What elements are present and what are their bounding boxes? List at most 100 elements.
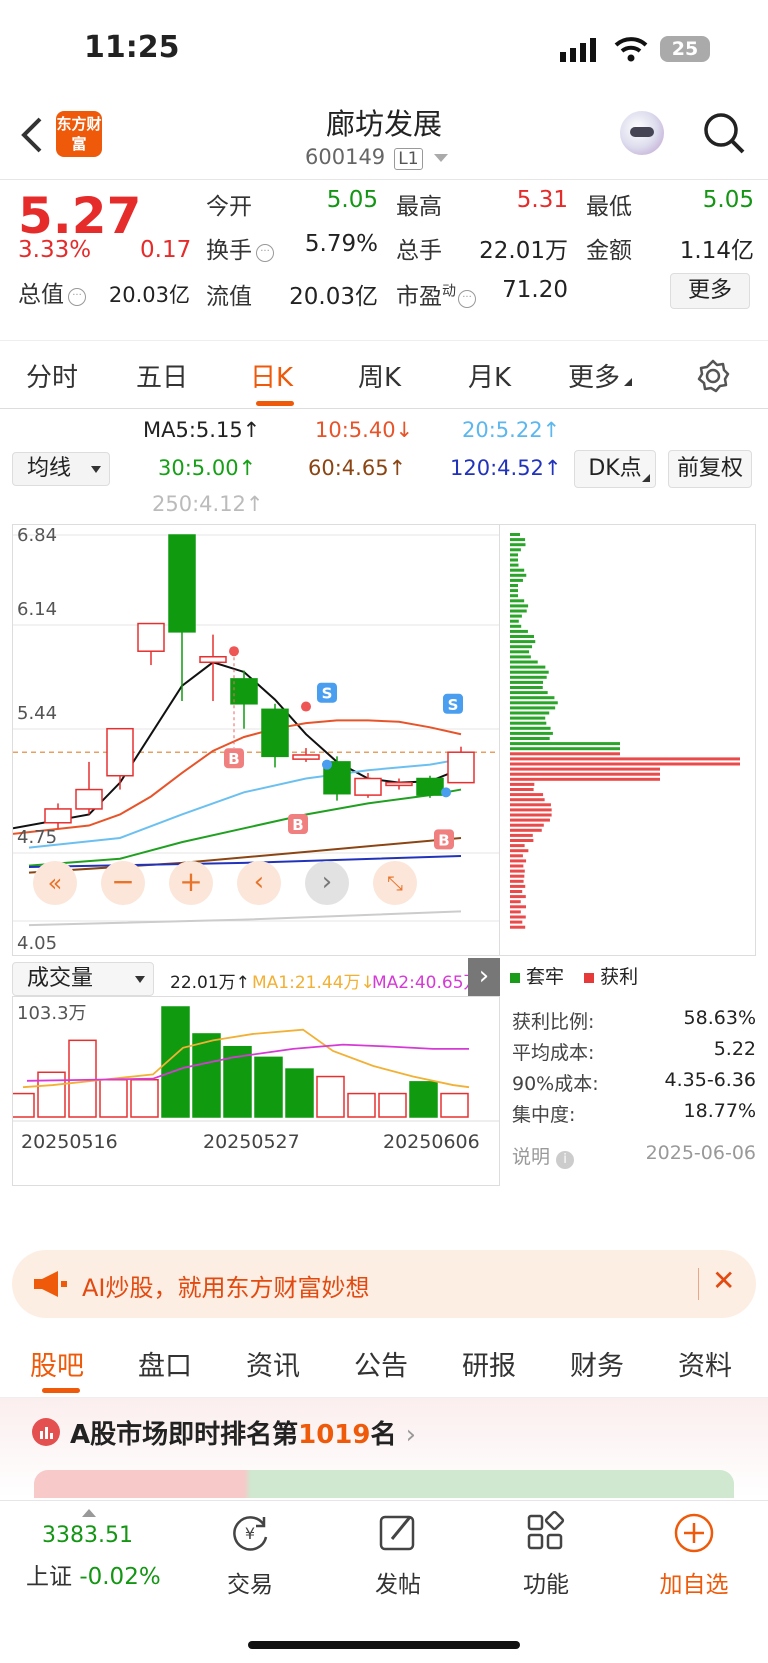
chip-bar	[510, 905, 526, 909]
chip-bar	[510, 599, 525, 603]
tab-intraday[interactable]: 分时	[26, 357, 78, 394]
caret-up-icon	[82, 1509, 96, 1517]
volume-selector[interactable]: 成交量	[12, 962, 154, 996]
chip-bar	[510, 752, 620, 756]
zoom-in-button[interactable]: +	[169, 861, 213, 905]
chip-bar	[510, 782, 535, 786]
chip-bar	[510, 900, 521, 904]
expand-arrow-icon[interactable]: ›	[468, 958, 500, 996]
info-icon[interactable]: ···	[458, 290, 476, 308]
chip-bar	[510, 680, 544, 684]
ma-selector[interactable]: 均线	[12, 452, 110, 486]
volume-bar	[440, 1092, 469, 1118]
volume-value: 22.01万↑	[170, 973, 250, 993]
index-widget[interactable]: 3383.51 上证 -0.02%	[20, 1501, 180, 1611]
price-tick: 4.05	[17, 933, 58, 954]
chip-bar	[510, 589, 518, 593]
rank-suffix: 名	[370, 1420, 397, 1450]
tab-five-day[interactable]: 五日	[136, 357, 188, 394]
volume-bar	[37, 1071, 66, 1118]
svg-text:¥: ¥	[245, 1524, 255, 1543]
volume-chart[interactable]: 103.3万 20250516 20250527 20250606	[12, 996, 500, 1186]
tab-monthly-k[interactable]: 月K	[468, 357, 511, 394]
chip-bar	[510, 675, 547, 679]
close-icon[interactable]: ✕	[712, 1264, 735, 1297]
ma20-value: 20:5.22↑	[462, 418, 561, 442]
tab-news[interactable]: 资讯	[246, 1344, 300, 1383]
search-icon[interactable]	[702, 111, 746, 155]
tab-research[interactable]: 研报	[462, 1344, 516, 1383]
chip-bar	[510, 844, 525, 848]
chip-bar	[510, 854, 523, 858]
zoom-out-button[interactable]: −	[101, 861, 145, 905]
float-value: 20.03亿	[289, 284, 378, 310]
volume-bar	[13, 1092, 35, 1118]
kline-chart[interactable]: B B S B S 6.84 6.14 5.44 4.75 4.05 « − + ‹ ›…	[12, 524, 500, 956]
settings-gear-icon[interactable]	[696, 359, 730, 393]
prev-button[interactable]: ‹	[237, 861, 281, 905]
float-label: 流值	[206, 284, 252, 310]
caret-icon	[642, 474, 650, 482]
info-icon[interactable]: ···	[68, 288, 86, 306]
tab-weekly-k[interactable]: 周K	[358, 357, 401, 394]
chip-bar	[510, 640, 536, 644]
sell-marker-text: S	[322, 685, 333, 703]
chip-bar	[510, 619, 519, 623]
ai-banner-text: AI炒股，就用东方财富妙想	[82, 1274, 370, 1302]
market-rank[interactable]: A股市场即时排名第1019名 ›	[0, 1398, 768, 1498]
fast-back-button[interactable]: «	[33, 861, 77, 905]
content-tabs: 股吧 盘口 资讯 公告 研报 财务 资料	[0, 1330, 768, 1398]
candle	[354, 777, 382, 796]
tab-pankou[interactable]: 盘口	[138, 1344, 192, 1383]
chip-bar	[510, 747, 620, 751]
tab-guba[interactable]: 股吧	[30, 1344, 84, 1383]
marker-dot	[229, 646, 239, 657]
robot-avatar-icon[interactable]	[620, 111, 664, 155]
chip-bar	[510, 757, 740, 761]
low-value: 5.05	[702, 187, 754, 213]
dk-point-button[interactable]: DK点	[574, 450, 656, 488]
volume-ma1: MA1:21.44万↓	[252, 973, 375, 993]
chip-bar	[510, 869, 525, 873]
nav-functions[interactable]: 功能	[486, 1511, 606, 1611]
tab-more[interactable]: 更多	[568, 357, 633, 394]
chip-bar	[510, 584, 518, 587]
stock-code-row[interactable]: 600149 L1	[305, 145, 465, 175]
nav-functions-label: 功能	[523, 1572, 569, 1598]
fullscreen-icon[interactable]: ⤡	[373, 861, 417, 905]
chip-note-row[interactable]: 说明 i 2025-06-06	[512, 1142, 756, 1169]
tab-profile[interactable]: 资料	[678, 1344, 732, 1383]
volume-bar	[192, 1033, 221, 1118]
candle	[106, 727, 134, 777]
sell-marker-text: S	[448, 696, 459, 714]
buy-marker-text: B	[438, 831, 449, 849]
chip-bar	[510, 716, 546, 720]
tab-daily-k[interactable]: 日K	[250, 357, 293, 394]
ai-banner[interactable]: AI炒股，就用东方财富妙想 ✕	[12, 1250, 756, 1318]
chip-bar	[510, 849, 529, 853]
chip-bar	[510, 665, 546, 669]
chip-bar	[510, 920, 523, 924]
quote-panel: 5.27 3.33% 0.17 总值 ··· 20.03亿 今开 5.05 最高 …	[0, 181, 768, 341]
date-label: 20250527	[203, 1131, 300, 1153]
nav-trade[interactable]: ¥ 交易	[190, 1511, 310, 1611]
turnover-label: 换手 ···	[206, 231, 274, 265]
chip-bar	[510, 788, 534, 791]
next-button[interactable]: ›	[305, 861, 349, 905]
chip-bar	[510, 533, 521, 536]
tab-announcement[interactable]: 公告	[354, 1344, 408, 1383]
nav-add-watchlist[interactable]: 加自选	[634, 1511, 754, 1611]
chip-bar	[510, 915, 526, 919]
price-tick: 6.14	[17, 599, 58, 620]
tab-finance[interactable]: 财务	[570, 1344, 624, 1383]
nav-post[interactable]: 发帖	[338, 1511, 458, 1611]
adjust-button[interactable]: 前复权	[668, 450, 752, 488]
volume-max-label: 103.3万	[17, 1003, 87, 1024]
chip-bar	[510, 706, 556, 710]
caret-icon	[624, 378, 633, 386]
more-button[interactable]: 更多	[670, 273, 750, 309]
ma-indicator-area: MA5:5.15↑ 10:5.40↓ 20:5.22↑ 均线 30:5.00↑ …	[0, 410, 768, 520]
add-circle-icon	[674, 1513, 714, 1553]
info-icon[interactable]: ···	[256, 244, 274, 262]
candle	[168, 534, 196, 633]
